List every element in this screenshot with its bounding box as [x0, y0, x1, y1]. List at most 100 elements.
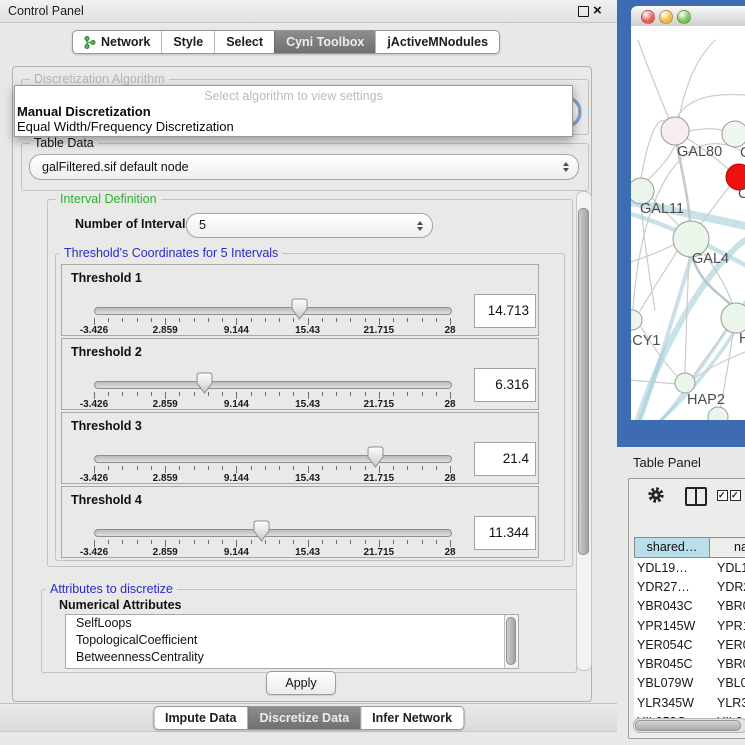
tab-impute-data[interactable]: Impute Data [154, 707, 248, 729]
table-row[interactable]: YDL19…YDL1 [634, 558, 745, 577]
table-row[interactable]: YBR043CYBR0 [634, 597, 745, 616]
cell-name: YBR0 [713, 657, 745, 671]
content-scrollbar-thumb[interactable] [578, 208, 589, 555]
slider-track[interactable] [94, 529, 452, 537]
tab-select[interactable]: Select [214, 31, 274, 53]
column-header-name[interactable]: na [710, 537, 745, 558]
table-row[interactable]: YPR145WYPR1 [634, 616, 745, 635]
table-row[interactable]: YER054CYER0 [634, 635, 745, 654]
content-scrollbar[interactable] [576, 191, 592, 671]
split-columns-icon[interactable] [685, 487, 707, 506]
network-node[interactable] [708, 407, 728, 420]
slider-tick-label: 28 [444, 473, 455, 484]
network-graph[interactable]: GAL80GCGAL11GAL4GCY1HHAP2 [631, 26, 745, 420]
numerical-attributes-list[interactable]: SelfLoopsTopologicalCoefficientBetweenne… [65, 614, 519, 669]
cell-shared-name: YDL19… [634, 561, 713, 575]
tab-infer-network[interactable]: Infer Network [360, 707, 463, 729]
slider-tick [151, 540, 152, 544]
slider-tick [350, 540, 351, 544]
attribute-list-item[interactable]: TopologicalCoefficient [66, 632, 518, 649]
slider-tick [194, 540, 195, 544]
slider-tick [336, 392, 337, 396]
threshold-value-field[interactable]: 14.713 [474, 294, 536, 328]
tab-network[interactable]: Network [73, 31, 161, 53]
table-body: YDL19…YDL1YDR27…YDR2YBR043CYBR0YPR145WYP… [634, 558, 745, 718]
network-node-hap2[interactable] [675, 373, 695, 393]
network-edge [677, 94, 745, 118]
table-row[interactable]: YLR345WYLR3 [634, 693, 745, 712]
apply-button[interactable]: Apply [266, 671, 336, 695]
slider-handle[interactable] [367, 446, 384, 473]
float-window-icon[interactable] [578, 6, 589, 17]
threshold-value-field[interactable]: 21.4 [474, 442, 536, 476]
column-select-icons[interactable]: ✓✓ [717, 490, 743, 508]
node-label: C [738, 186, 745, 202]
gear-icon[interactable] [647, 486, 665, 504]
control-panel: Control Panel × NetworkStyleSelectCyni T… [0, 0, 617, 745]
slider-tick [236, 318, 237, 325]
slider-handle[interactable] [291, 298, 308, 325]
dropdown-option-manual[interactable]: Manual Discretization [17, 104, 151, 119]
node-label: GAL4 [692, 251, 729, 267]
slider-track[interactable] [94, 381, 452, 389]
table-row[interactable]: YDR27…YDR2 [634, 577, 745, 596]
network-canvas[interactable]: GAL80GCGAL11GAL4GCY1HHAP2 [631, 26, 745, 420]
threshold-value-field[interactable]: 6.316 [474, 368, 536, 402]
tab-style[interactable]: Style [161, 31, 214, 53]
window-close-button[interactable] [641, 10, 655, 24]
slider-tick [108, 318, 109, 322]
table-data-combobox[interactable]: galFiltered.sif default node [29, 154, 579, 180]
column-header-shared-name[interactable]: shared… [634, 537, 710, 558]
tab-jactivemnodules[interactable]: jActiveMNodules [375, 31, 499, 53]
attributes-list-scrollbar[interactable] [504, 615, 518, 668]
threshold-label: Threshold 1 [71, 271, 142, 285]
network-node-gal80[interactable] [661, 117, 689, 145]
network-node-h[interactable] [721, 303, 745, 333]
slider-track[interactable] [94, 307, 452, 315]
table-hscrollbar-thumb[interactable] [635, 720, 741, 731]
slider-tick [236, 392, 237, 399]
slider-track[interactable] [94, 455, 452, 463]
slider-tick [194, 466, 195, 470]
slider-tick-label: 2.859 [153, 399, 178, 410]
slider-tick-label: 9.144 [224, 547, 249, 558]
network-node-gcy1[interactable] [631, 310, 642, 330]
slider-handle[interactable] [196, 372, 213, 399]
slider-tick [165, 540, 166, 547]
network-node-g[interactable] [722, 121, 745, 147]
table-row[interactable]: YBR045CYBR0 [634, 654, 745, 673]
tab-discretize-data[interactable]: Discretize Data [248, 707, 361, 729]
slider-tick [393, 466, 394, 470]
window-zoom-button[interactable] [677, 10, 691, 24]
slider-handle[interactable] [253, 520, 270, 547]
slider-tick [265, 466, 266, 470]
slider-tick-label: 2.859 [153, 473, 178, 484]
window-minimize-button[interactable] [659, 10, 673, 24]
tab-cyni-toolbox[interactable]: Cyni Toolbox [274, 31, 375, 53]
tab-label: Impute Data [165, 707, 237, 729]
slider-tick [122, 318, 123, 322]
table-row[interactable]: YBL079WYBL0 [634, 674, 745, 693]
slider-tick [336, 466, 337, 470]
node-label: GAL80 [677, 144, 722, 160]
tab-label: Network [101, 31, 150, 53]
checkbox-icon: ✓ [730, 490, 741, 501]
table-panel: Table Panel ✓✓ shared… na YDL19…YDL1YDR2… [617, 447, 745, 745]
close-icon[interactable]: × [593, 1, 602, 21]
cell-shared-name: YBR045C [634, 657, 713, 671]
threshold-value-field[interactable]: 11.344 [474, 516, 536, 550]
threshold-panel-4: Threshold 4-3.4262.8599.14415.4321.71528… [61, 486, 539, 558]
slider-tick [137, 540, 138, 544]
node-label: G [740, 145, 745, 161]
number-of-intervals-combobox[interactable]: 5 [186, 213, 433, 238]
attribute-list-item[interactable]: SelfLoops [66, 615, 518, 632]
dropdown-option-equal-width[interactable]: Equal Width/Frequency Discretization [17, 119, 234, 134]
slider-tick [393, 392, 394, 396]
slider-tick [222, 392, 223, 396]
slider-tick [350, 318, 351, 322]
attributes-scrollbar-thumb[interactable] [506, 617, 516, 665]
slider-tick [293, 540, 294, 544]
table-horizontal-scrollbar[interactable] [633, 718, 745, 733]
slider-tick [179, 540, 180, 544]
attribute-list-item[interactable]: BetweennessCentrality [66, 649, 518, 666]
